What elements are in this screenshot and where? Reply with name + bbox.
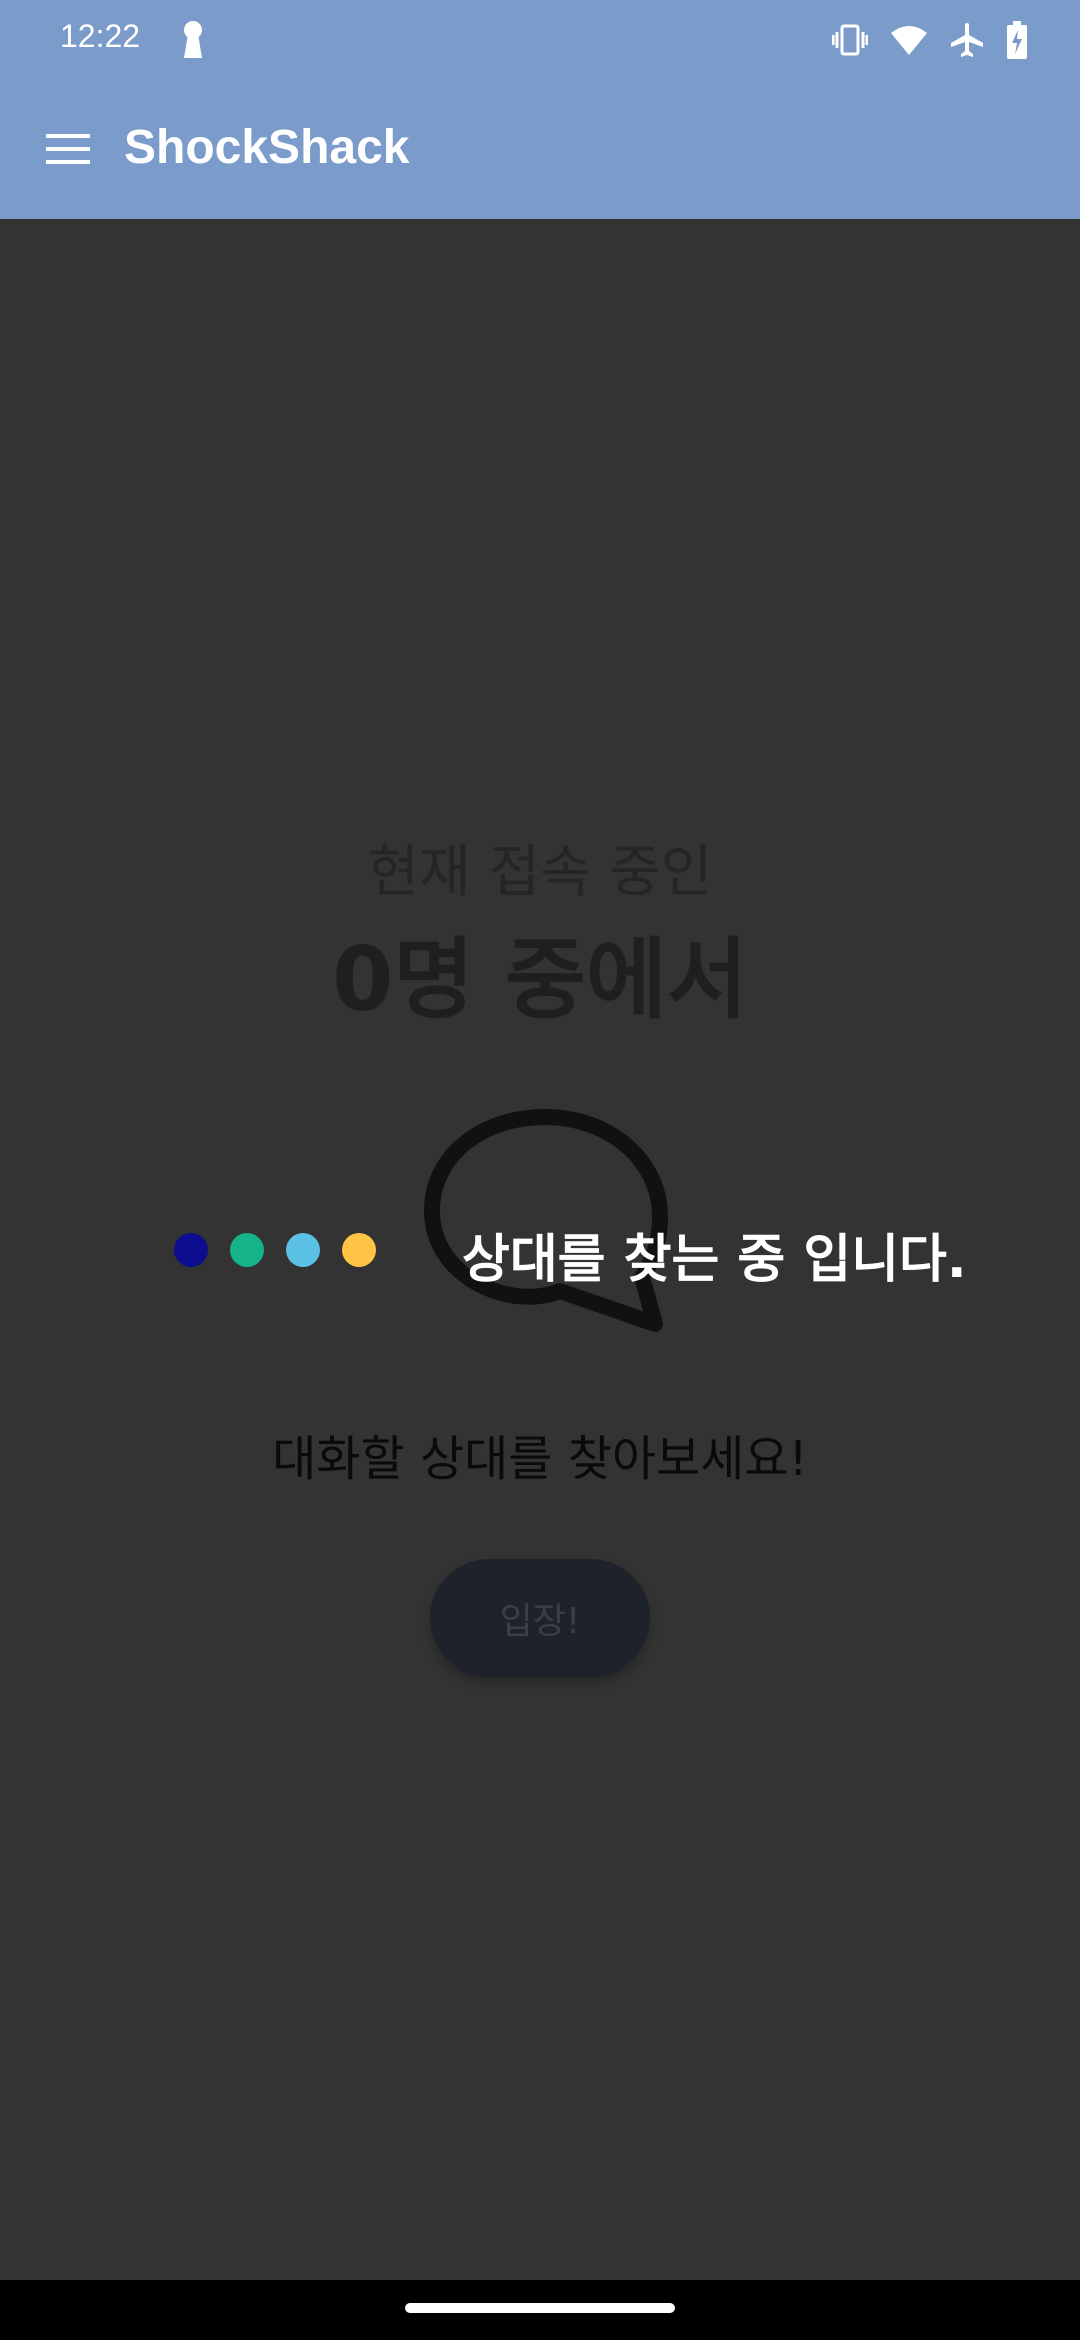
home-gesture-handle[interactable] bbox=[405, 2303, 675, 2313]
status-icons bbox=[832, 20, 1028, 60]
battery-charging-icon bbox=[1006, 21, 1028, 59]
vibrate-icon bbox=[832, 23, 868, 57]
airplane-icon bbox=[950, 22, 984, 58]
wifi-icon bbox=[890, 24, 928, 56]
hamburger-menu-icon[interactable] bbox=[46, 132, 90, 166]
loading-dot bbox=[230, 1233, 264, 1267]
online-subtitle: 현재 접속 중인 bbox=[367, 840, 713, 905]
loading-dot bbox=[174, 1233, 208, 1267]
app-bar: ShockShack bbox=[0, 80, 1080, 219]
loading-dot bbox=[286, 1233, 320, 1267]
online-count-headline: 0명 중에서 bbox=[332, 928, 748, 1031]
app-title: ShockShack bbox=[124, 121, 410, 174]
main-content: 현재 접속 중인 0명 중에서 상대를 찾는 중 입니다. 대화할 상대를 찾아… bbox=[0, 219, 1080, 2280]
loading-dots bbox=[174, 1233, 376, 1267]
searching-status-text: 상대를 찾는 중 입니다. bbox=[462, 1230, 967, 1290]
enter-button[interactable]: 입장! bbox=[430, 1559, 650, 1677]
keyhole-icon bbox=[180, 20, 206, 60]
loading-dot bbox=[342, 1233, 376, 1267]
find-partner-prompt: 대화할 상대를 찾아보세요! bbox=[272, 1431, 808, 1487]
navigation-bar bbox=[0, 2280, 1080, 2340]
status-bar: 12:22 bbox=[0, 0, 1080, 80]
status-time: 12:22 bbox=[60, 18, 141, 54]
